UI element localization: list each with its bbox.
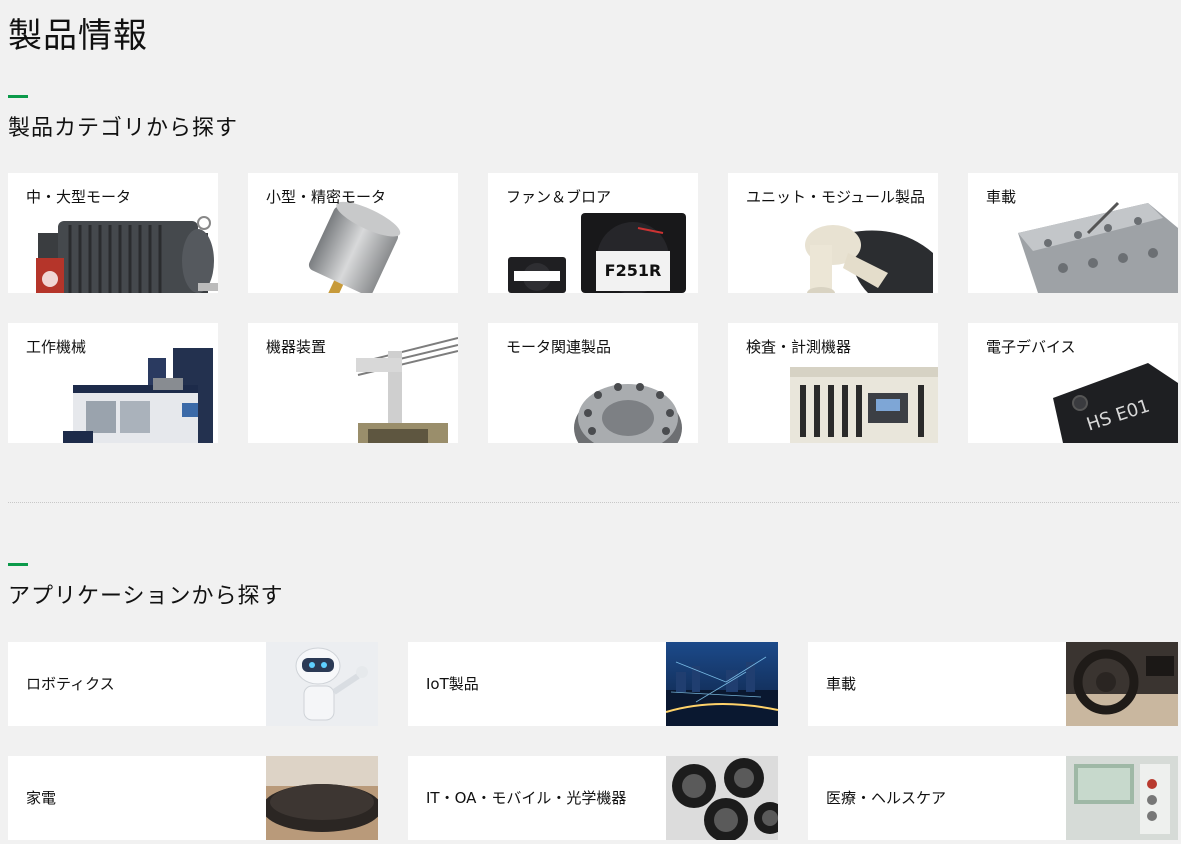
category-label: 工作機械 xyxy=(26,338,87,356)
application-label: 医療・ヘルスケア xyxy=(826,789,947,807)
category-card-electronic-devices[interactable]: 電子デバイス HS E01 xyxy=(968,323,1178,443)
application-label: 家電 xyxy=(26,789,57,807)
iot-city-thumbnail xyxy=(666,642,778,726)
section-divider xyxy=(8,502,1179,503)
application-card-robotics[interactable]: ロボティクス xyxy=(8,642,378,726)
category-section-title: 製品カテゴリから探す xyxy=(8,116,239,141)
category-label: モータ関連製品 xyxy=(506,338,612,356)
application-card-medical[interactable]: 医療・ヘルスケア xyxy=(808,756,1178,840)
category-card-unit-module[interactable]: ユニット・モジュール製品 xyxy=(728,173,938,293)
category-label: 車載 xyxy=(986,188,1017,206)
section-accent-bar xyxy=(8,563,28,566)
application-label: ロボティクス xyxy=(26,675,115,693)
application-label: IT・OA・モバイル・光学機器 xyxy=(426,789,627,807)
category-card-equipment[interactable]: 機器装置 xyxy=(248,323,458,443)
camera-lens-thumbnail xyxy=(666,756,778,840)
category-card-large-motor[interactable]: 中・大型モータ xyxy=(8,173,218,293)
category-card-motor-related[interactable]: モータ関連製品 xyxy=(488,323,698,443)
application-section-title: アプリケーションから探す xyxy=(8,584,284,609)
category-label: 中・大型モータ xyxy=(26,188,132,206)
application-card-iot[interactable]: IoT製品 xyxy=(408,642,778,726)
car-interior-thumbnail xyxy=(1066,642,1178,726)
page-title: 製品情報 xyxy=(8,16,148,56)
category-card-small-motor[interactable]: 小型・精密モータ xyxy=(248,173,458,293)
application-card-appliances[interactable]: 家電 xyxy=(8,756,378,840)
application-card-automotive[interactable]: 車載 xyxy=(808,642,1178,726)
category-card-fan-blower[interactable]: ファン＆ブロア F251R xyxy=(488,173,698,293)
robot-thumbnail xyxy=(266,642,378,726)
category-card-machine-tools[interactable]: 工作機械 xyxy=(8,323,218,443)
category-label: 小型・精密モータ xyxy=(266,188,387,206)
section-accent-bar xyxy=(8,95,28,98)
application-label: 車載 xyxy=(826,675,857,693)
robot-vacuum-thumbnail xyxy=(266,756,378,840)
category-card-automotive[interactable]: 車載 xyxy=(968,173,1178,293)
medical-device-thumbnail xyxy=(1066,756,1178,840)
category-label: 機器装置 xyxy=(266,338,327,356)
fan-model-text: F251R xyxy=(605,261,662,280)
category-label: 検査・計測機器 xyxy=(746,338,852,356)
application-card-it-oa-mobile[interactable]: IT・OA・モバイル・光学機器 xyxy=(408,756,778,840)
category-card-inspection[interactable]: 検査・計測機器 xyxy=(728,323,938,443)
category-label: 電子デバイス xyxy=(986,338,1076,356)
category-label: ファン＆ブロア xyxy=(506,188,612,206)
category-label: ユニット・モジュール製品 xyxy=(746,188,925,206)
application-label: IoT製品 xyxy=(426,675,479,693)
